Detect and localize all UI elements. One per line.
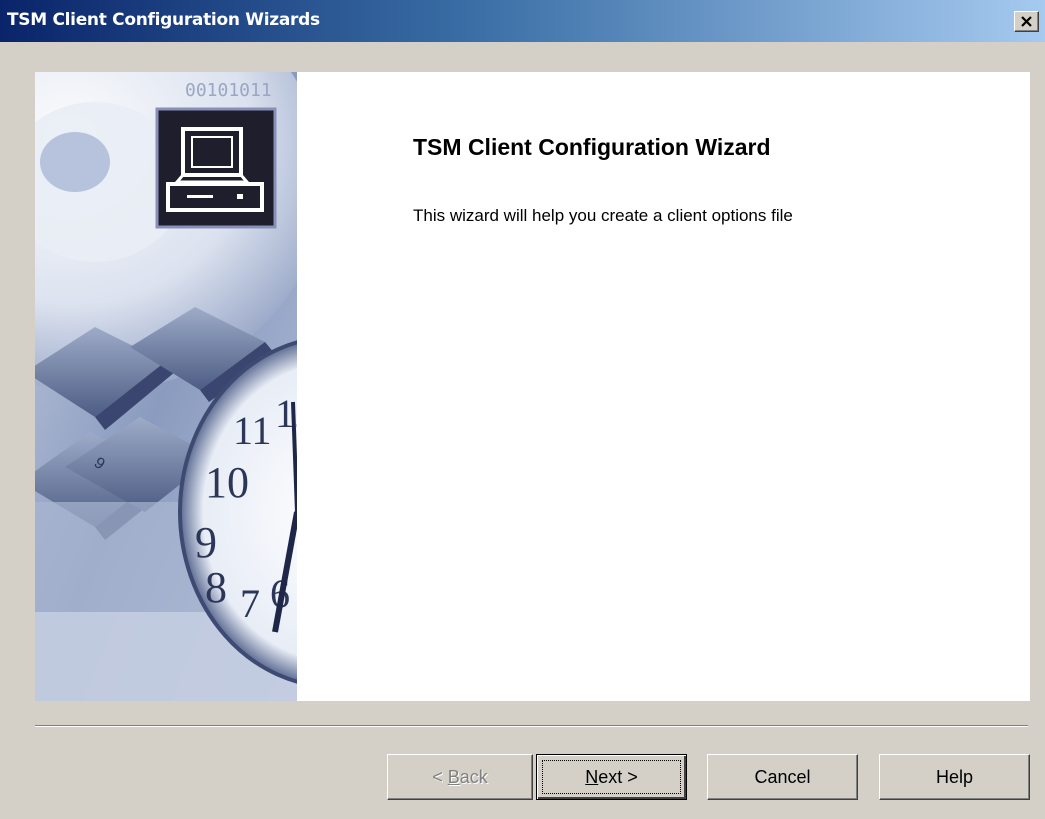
binary-text: 00101011 [185, 80, 272, 101]
next-button[interactable]: Next > [536, 754, 687, 800]
clock-number: 10 [205, 458, 249, 507]
wizard-side-image: 00101011 9 11 12 10 9 8 7 6 [35, 72, 297, 701]
clock-number: 11 [233, 408, 272, 453]
window-title: TSM Client Configuration Wizards [7, 10, 320, 30]
wizard-content: 00101011 9 11 12 10 9 8 7 6 [35, 72, 1030, 701]
help-button-label: Help [935, 766, 974, 787]
close-icon [1021, 15, 1032, 27]
wizard-description: This wizard will help you create a clien… [413, 206, 793, 225]
back-button[interactable]: < Back [387, 754, 533, 800]
separator-line [35, 725, 1028, 727]
clock-number: 7 [240, 581, 260, 626]
clock-number: 8 [205, 563, 227, 612]
next-button-label: Next > [585, 766, 638, 787]
cancel-button[interactable]: Cancel [707, 754, 858, 800]
cancel-button-label: Cancel [754, 766, 811, 787]
close-button[interactable] [1014, 11, 1039, 32]
back-button-label: < Back [432, 766, 488, 787]
clock-number: 9 [195, 518, 217, 567]
computer-icon [155, 107, 277, 229]
wizard-heading: TSM Client Configuration Wizard [413, 134, 771, 160]
help-button[interactable]: Help [879, 754, 1030, 800]
title-bar[interactable]: TSM Client Configuration Wizards [0, 0, 1045, 42]
